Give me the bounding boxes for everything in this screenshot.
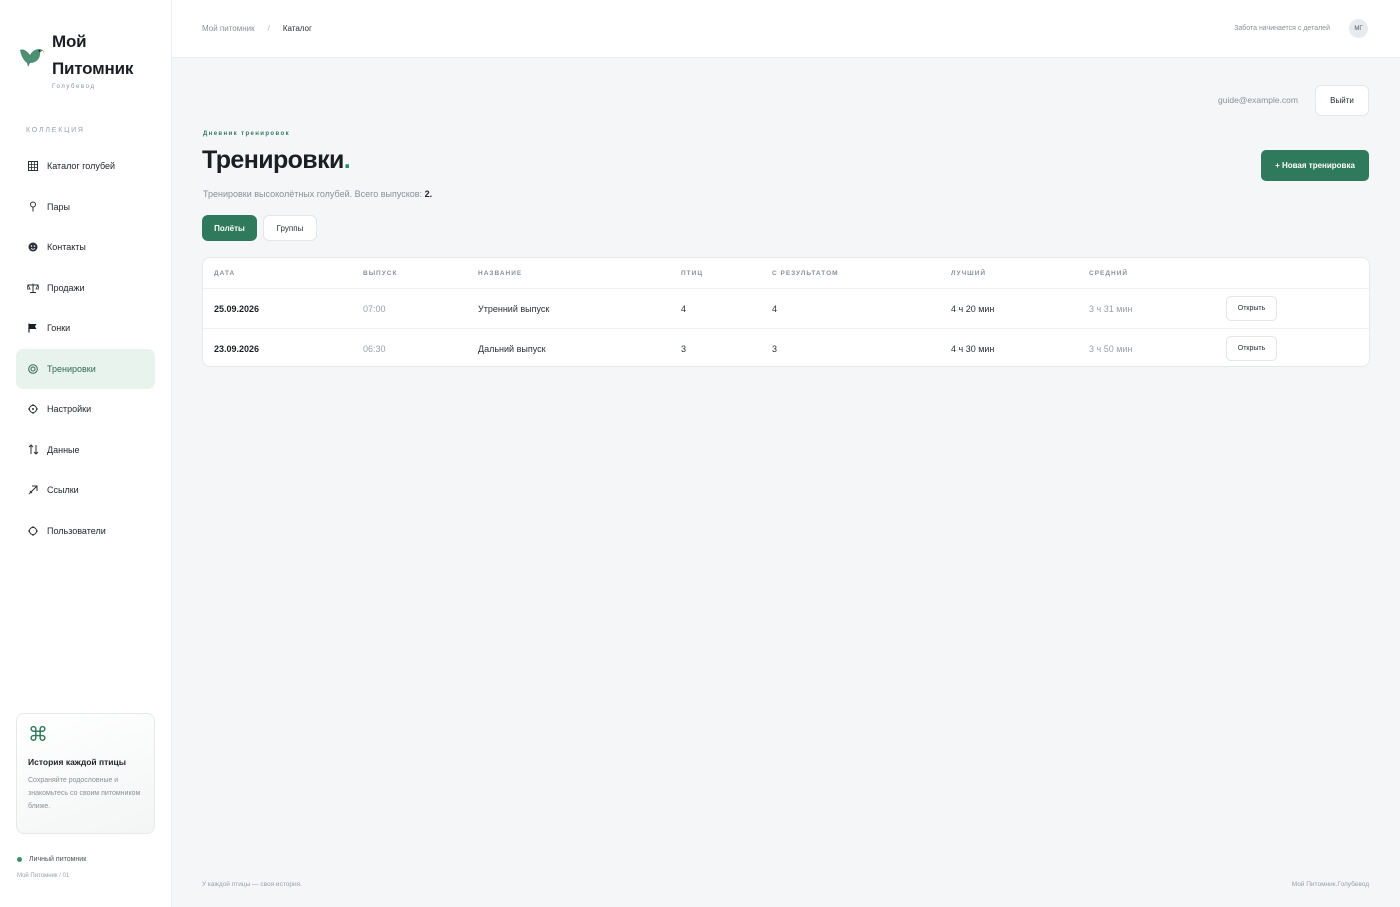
column-header-date: ДАТА	[214, 269, 236, 277]
sidebar-item-users[interactable]: Пользователи	[16, 511, 155, 552]
breadcrumb-separator: /	[267, 24, 270, 33]
sidebar-item-label: Ссылки	[47, 485, 79, 496]
cell-name: Дальний выпуск	[478, 343, 546, 354]
cell-birds: 4	[681, 303, 687, 314]
flag-icon	[26, 321, 40, 335]
nav-section-label: КОЛЛЕКЦИЯ	[26, 127, 85, 134]
brand-name-line1: Мой	[52, 32, 87, 51]
cell-with-result: 3	[772, 343, 778, 354]
sidebar-item-links[interactable]: Ссылки	[16, 470, 155, 511]
breadcrumb-home[interactable]: Мой питомник	[202, 24, 255, 33]
sidebar-item-data[interactable]: Данные	[16, 430, 155, 471]
sidebar-item-contacts[interactable]: Контакты	[16, 227, 155, 268]
cell-action: Открыть	[1226, 289, 1277, 328]
sidebar-nav: Каталог голубей Пары Контакты Продажи Го…	[16, 146, 155, 551]
cell-action: Открыть	[1226, 329, 1277, 368]
footer-slogan: У каждой птицы — своя история.	[202, 881, 302, 888]
tab-flights[interactable]: Полёты	[202, 215, 257, 241]
contacts-icon	[26, 240, 40, 254]
sidebar-item-label: Контакты	[47, 242, 86, 253]
page-title-text: Тренировки	[202, 146, 344, 174]
page-title-accent: .	[343, 146, 351, 174]
account-email: guide@example.com	[1218, 95, 1298, 105]
trainings-table: ДАТА ВЫПУСК НАЗВАНИЕ ПТИЦ С РЕЗУЛЬТАТОМ …	[202, 257, 1370, 367]
new-training-button[interactable]: + Новая тренировка	[1261, 150, 1369, 181]
target-icon	[26, 362, 40, 376]
promo-title: История каждой птицы	[28, 757, 127, 767]
sidebar-item-label: Пользователи	[47, 525, 106, 536]
column-header-best: ЛУЧШИЙ	[951, 269, 987, 277]
status-dot-icon	[17, 857, 22, 862]
page-subtitle: Тренировки высоколётных голубей. Всего в…	[203, 189, 432, 199]
open-button[interactable]: Открыть	[1226, 296, 1277, 321]
sidebar-item-pairs[interactable]: Пары	[16, 187, 155, 228]
cell-release: 07:00	[363, 303, 386, 314]
link-arrow-icon	[26, 483, 40, 497]
page-title: Тренировки.	[202, 146, 351, 175]
sidebar-item-label: Настройки	[47, 404, 92, 415]
table-row: 25.09.2026 07:00 Утренний выпуск 4 4 4 ч…	[203, 288, 1369, 328]
total-releases-count: 2.	[424, 189, 433, 199]
table-header: ДАТА ВЫПУСК НАЗВАНИЕ ПТИЦ С РЕЗУЛЬТАТОМ …	[203, 258, 1369, 288]
command-icon: ⌘	[28, 724, 48, 746]
sidebar-item-sales[interactable]: Продажи	[16, 268, 155, 309]
cell-avg: 3 ч 50 мин	[1089, 343, 1133, 354]
column-header-name: НАЗВАНИЕ	[478, 269, 523, 277]
column-header-birds: ПТИЦ	[681, 269, 704, 277]
sidebar-item-label: Гонки	[47, 323, 71, 334]
grid-icon	[26, 159, 40, 173]
kennel-status-label: Личный питомник	[29, 856, 87, 863]
page-eyebrow: Дневник тренировок	[203, 131, 290, 137]
cell-best: 4 ч 30 мин	[951, 343, 995, 354]
view-tabs: Полёты Группы	[202, 215, 323, 241]
sidebar: Мой Питомник Голубевод КОЛЛЕКЦИЯ Каталог…	[0, 0, 172, 907]
brand-subtitle: Голубевод	[52, 84, 96, 90]
cell-best: 4 ч 20 мин	[951, 303, 995, 314]
kennel-status: Личный питомник	[17, 856, 86, 863]
sidebar-item-label: Каталог голубей	[47, 161, 116, 172]
sidebar-item-label: Пары	[47, 201, 70, 212]
cell-name: Утренний выпуск	[478, 303, 550, 314]
sidebar-item-label: Тренировки	[47, 363, 96, 374]
app-version: Мой Питомник / 01	[17, 873, 70, 879]
cell-with-result: 4	[772, 303, 778, 314]
promo-card: ⌘ История каждой птицы Сохраняйте родосл…	[16, 713, 155, 834]
open-button[interactable]: Открыть	[1226, 336, 1277, 361]
topbar: Мой питомник / Каталог Забота начинается…	[172, 0, 1400, 58]
tagline: Забота начинается с деталей	[1234, 25, 1330, 32]
footer-brand: Мой Питомник.Голубевод	[1291, 881, 1369, 888]
sort-arrows-icon	[26, 443, 40, 457]
gear-icon	[26, 402, 40, 416]
tab-groups[interactable]: Группы	[263, 215, 317, 241]
breadcrumb-current: Каталог	[282, 24, 312, 33]
promo-text: Сохраняйте родословные и знакомьтесь со …	[28, 777, 141, 810]
cell-avg: 3 ч 31 мин	[1089, 303, 1133, 314]
column-header-avg: СРЕДНИЙ	[1089, 269, 1129, 277]
sidebar-item-catalog[interactable]: Каталог голубей	[16, 146, 155, 187]
sidebar-item-label: Продажи	[47, 282, 85, 293]
breadcrumb: Мой питомник / Каталог	[202, 24, 312, 33]
column-header-release: ВЫПУСК	[363, 269, 398, 277]
scales-icon	[26, 281, 40, 295]
logout-button[interactable]: Выйти	[1315, 85, 1369, 116]
pin-icon	[26, 200, 40, 214]
sidebar-item-settings[interactable]: Настройки	[16, 389, 155, 430]
avatar[interactable]: МГ	[1349, 19, 1368, 38]
cell-date: 23.09.2026	[214, 343, 260, 354]
table-row: 23.09.2026 06:30 Дальний выпуск 3 3 4 ч …	[203, 328, 1369, 368]
users-icon	[26, 524, 40, 538]
sidebar-item-races[interactable]: Гонки	[16, 308, 155, 349]
cell-date: 25.09.2026	[214, 303, 260, 314]
subtitle-text: Тренировки высоколётных голубей. Всего в…	[203, 189, 423, 199]
brand-name-line2: Питомник	[52, 59, 134, 78]
cell-birds: 3	[681, 343, 687, 354]
cell-release: 06:30	[363, 343, 386, 354]
brand-logo[interactable]: Мой Питомник Голубевод	[18, 28, 133, 90]
sidebar-item-label: Данные	[47, 444, 80, 455]
bird-icon	[20, 49, 44, 67]
column-header-with-result: С РЕЗУЛЬТАТОМ	[772, 269, 839, 277]
sidebar-item-trainings[interactable]: Тренировки	[16, 348, 155, 389]
